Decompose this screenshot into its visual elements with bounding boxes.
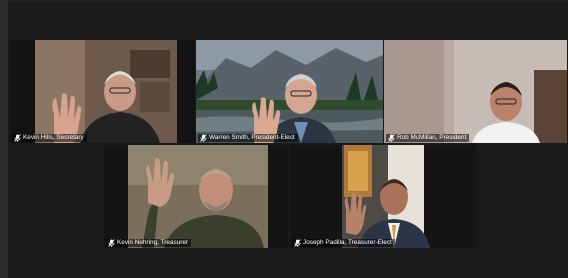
video-tile-joseph-padilla[interactable]: Joseph Padilla, Treasurer-Elect [290,145,476,248]
participant-name: Joseph Padilla, Treasurer-Elect [303,239,392,246]
participant-name-label: Kevin Hills, Secretary [12,134,87,142]
window-left-edge [0,0,8,278]
mic-muted-icon [294,239,301,247]
participant-name-label: Rob McMillan, President [386,134,470,142]
video-feed [104,145,288,248]
video-tile-rob-mcmillan[interactable]: Rob McMillan, President [384,40,567,143]
video-tile-kevin-nehring[interactable]: Kevin Nehring, Treasurer [104,145,288,248]
participant-name-label: Joseph Padilla, Treasurer-Elect [292,239,395,247]
video-feed [384,40,567,143]
participant-name: Warren Smith, President-Elect [209,134,295,141]
mic-muted-icon [108,239,115,247]
video-tile-warren-smith[interactable]: Warren Smith, President-Elect [196,40,383,143]
window-top-edge [0,0,568,2]
video-tile-kevin-hills[interactable]: Kevin Hills, Secretary [10,40,195,143]
participant-name-label: Warren Smith, President-Elect [198,134,298,142]
video-feed [290,145,476,248]
video-feed [10,40,195,143]
participant-name: Kevin Nehring, Treasurer [117,239,189,246]
participant-name: Kevin Hills, Secretary [23,134,84,141]
video-feed [196,40,383,143]
participant-name: Rob McMillan, President [397,134,467,141]
mic-muted-icon [200,134,207,142]
mic-muted-icon [388,134,395,142]
mic-muted-icon [14,134,21,142]
participant-name-label: Kevin Nehring, Treasurer [106,239,192,247]
